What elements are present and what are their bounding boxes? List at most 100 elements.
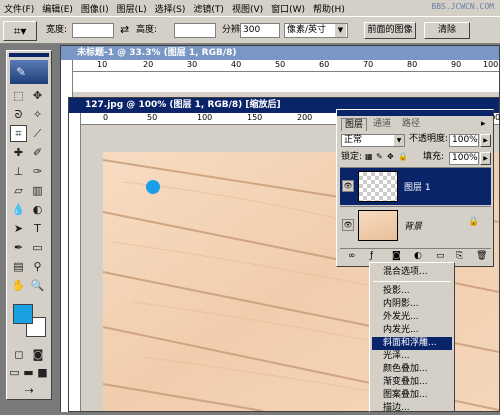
path-selection-tool-icon[interactable]: ➤ (10, 220, 27, 237)
opacity-field[interactable]: 100% (449, 134, 479, 147)
zoom-tool-icon[interactable]: 🔍 (29, 277, 46, 294)
panel-grip[interactable] (337, 110, 493, 116)
menu-item-blending-options[interactable]: 混合选项... (372, 266, 452, 279)
menu-item-gradient-overlay[interactable]: 渐变叠加... (372, 376, 452, 389)
menu-item-outer-glow[interactable]: 外发光... (372, 311, 452, 324)
type-tool-icon[interactable]: T (29, 220, 46, 237)
height-field[interactable] (174, 23, 216, 38)
blend-mode-select[interactable]: 正常 ▼ (341, 134, 405, 147)
lasso-tool-icon[interactable]: ᘐ (10, 106, 27, 123)
fill-slider-button[interactable]: ▶ (480, 152, 491, 165)
menu-help[interactable]: 帮助(H) (309, 2, 349, 15)
standard-mode-icon[interactable]: ◻ (10, 347, 28, 361)
layer-name: 背景 (404, 222, 423, 232)
menu-filter[interactable]: 滤镜(T) (189, 2, 228, 15)
magic-wand-tool-icon[interactable]: ✧ (29, 106, 46, 123)
menu-select[interactable]: 选择(S) (151, 2, 190, 15)
hand-tool-icon[interactable]: ✋ (10, 277, 27, 294)
tab-channels[interactable]: 通道 (370, 118, 394, 131)
clear-button[interactable]: 清除 (424, 22, 470, 39)
new-group-icon[interactable]: ▭ (436, 251, 445, 261)
screen-mode-full-icon[interactable]: ■ (36, 365, 49, 379)
ruler-label: 10 (97, 60, 108, 69)
pen-tool-icon[interactable]: ✒ (10, 239, 27, 256)
trash-icon[interactable]: 🗑 (476, 251, 487, 261)
shape-tool-icon[interactable]: ▭ (29, 239, 46, 256)
add-layer-style-icon[interactable]: ƒ (370, 251, 373, 261)
ruler-label: 20 (143, 60, 154, 69)
toolbox-grip[interactable] (9, 53, 49, 57)
crop-tool-icon[interactable]: ⌗ (10, 125, 27, 142)
screen-mode-standard-icon[interactable]: ▭ (8, 365, 21, 379)
eraser-tool-icon[interactable]: ▱ (10, 182, 27, 199)
layer-name: 图层 1 (404, 183, 431, 193)
jump-to-imageready-icon[interactable]: ⇢ (19, 383, 39, 397)
menu-layer[interactable]: 图层(L) (113, 2, 151, 15)
tab-paths[interactable]: 路径 (399, 118, 423, 131)
history-brush-tool-icon[interactable]: ✑ (29, 163, 46, 180)
slice-tool-icon[interactable]: ⟋ (29, 125, 46, 142)
resolution-unit-value: 像素/英寸 (287, 25, 327, 35)
menu-item-drop-shadow[interactable]: 投影... (372, 285, 452, 298)
blend-mode-value: 正常 (344, 135, 363, 145)
menu-item-stroke[interactable]: 描边... (372, 402, 452, 415)
menu-item-satin[interactable]: 光泽... (372, 350, 452, 363)
menu-item-pattern-overlay[interactable]: 图案叠加... (372, 389, 452, 402)
dodge-tool-icon[interactable]: ◐ (29, 201, 46, 218)
menu-item-inner-shadow[interactable]: 内阴影... (372, 298, 452, 311)
blur-tool-icon[interactable]: 💧 (10, 201, 27, 218)
menu-image[interactable]: 图像(I) (77, 2, 113, 15)
lock-position-icon[interactable]: ✥ (387, 152, 394, 161)
blue-dot-shape[interactable] (146, 180, 160, 194)
resolution-unit-select[interactable]: 像素/英寸 ▼ (284, 23, 348, 38)
width-field[interactable] (72, 23, 114, 38)
layer-thumbnail-wood (358, 210, 398, 241)
quick-mask-mode-icon[interactable]: ◙ (29, 347, 47, 361)
menu-item-color-overlay[interactable]: 颜色叠加... (372, 363, 452, 376)
lock-transparency-icon[interactable]: ▦ (365, 152, 373, 161)
menu-file[interactable]: 文件(F) (0, 2, 38, 15)
layer-row-layer1[interactable]: 👁 图层 1 (340, 167, 491, 205)
menu-item-bevel-emboss[interactable]: 斜面和浮雕... (372, 337, 452, 350)
menu-item-inner-glow[interactable]: 内发光... (372, 324, 452, 337)
add-mask-icon[interactable]: ◙ (392, 251, 401, 261)
lock-all-icon[interactable]: 🔒 (398, 152, 408, 161)
height-label: 高度: (136, 25, 158, 35)
eyedropper-tool-icon[interactable]: ⚲ (29, 258, 46, 275)
resolution-field[interactable]: 300 (240, 23, 280, 38)
menu-window[interactable]: 窗口(W) (267, 2, 309, 15)
gradient-tool-icon[interactable]: ▥ (29, 182, 46, 199)
adjustment-layer-icon[interactable]: ◐ (414, 251, 422, 261)
notes-tool-icon[interactable]: ▤ (10, 258, 27, 275)
chevron-down-icon: ▼ (335, 24, 346, 37)
clone-stamp-tool-icon[interactable]: ⊥ (10, 163, 27, 180)
front-image-button[interactable]: 前面的图像 (364, 22, 416, 39)
link-layers-icon[interactable]: ∞ (348, 251, 356, 261)
options-bar: ⌗▾ 宽度: ⇄ 高度: 分辨率: 300 像素/英寸 ▼ 前面的图像 清除 (0, 17, 500, 44)
screen-mode-full-menu-icon[interactable]: ▬ (22, 365, 35, 379)
menu-edit[interactable]: 编辑(E) (38, 2, 77, 15)
foreground-color-swatch[interactable] (13, 304, 33, 324)
menu-view[interactable]: 视图(V) (228, 2, 267, 15)
marquee-tool-icon[interactable]: ⬚ (10, 87, 27, 104)
brush-tool-icon[interactable]: ✐ (29, 144, 46, 161)
adobe-feather-logo[interactable]: ✎ (10, 60, 48, 84)
panel-menu-arrow-icon[interactable]: ▸ (481, 119, 486, 129)
opacity-slider-button[interactable]: ▶ (480, 134, 491, 147)
tab-layers[interactable]: 图层 (341, 118, 368, 131)
eye-visibility-icon[interactable]: 👁 (342, 219, 354, 231)
crop-tool-preset-button[interactable]: ⌗▾ (3, 21, 37, 41)
layer-row-background[interactable]: 👁 背景 🔒 (340, 206, 491, 244)
new-layer-icon[interactable]: ⎘ (456, 251, 463, 261)
canvas-area[interactable] (73, 72, 499, 92)
swap-dimensions-icon[interactable]: ⇄ (120, 23, 129, 36)
move-tool-icon[interactable]: ✥ (29, 87, 46, 104)
fill-field[interactable]: 100% (449, 152, 479, 165)
layer-thumbnail-transparent (358, 171, 398, 202)
document-title-untitled: 未标题-1 @ 33.3% (图层 1, RGB/8) (61, 46, 499, 60)
lock-image-icon[interactable]: ✎ (376, 152, 383, 161)
feather-icon: ✎ (16, 65, 27, 79)
eye-visibility-icon[interactable]: 👁 (342, 180, 354, 192)
ruler-label: 150 (247, 113, 263, 122)
healing-brush-tool-icon[interactable]: ✚ (10, 144, 27, 161)
